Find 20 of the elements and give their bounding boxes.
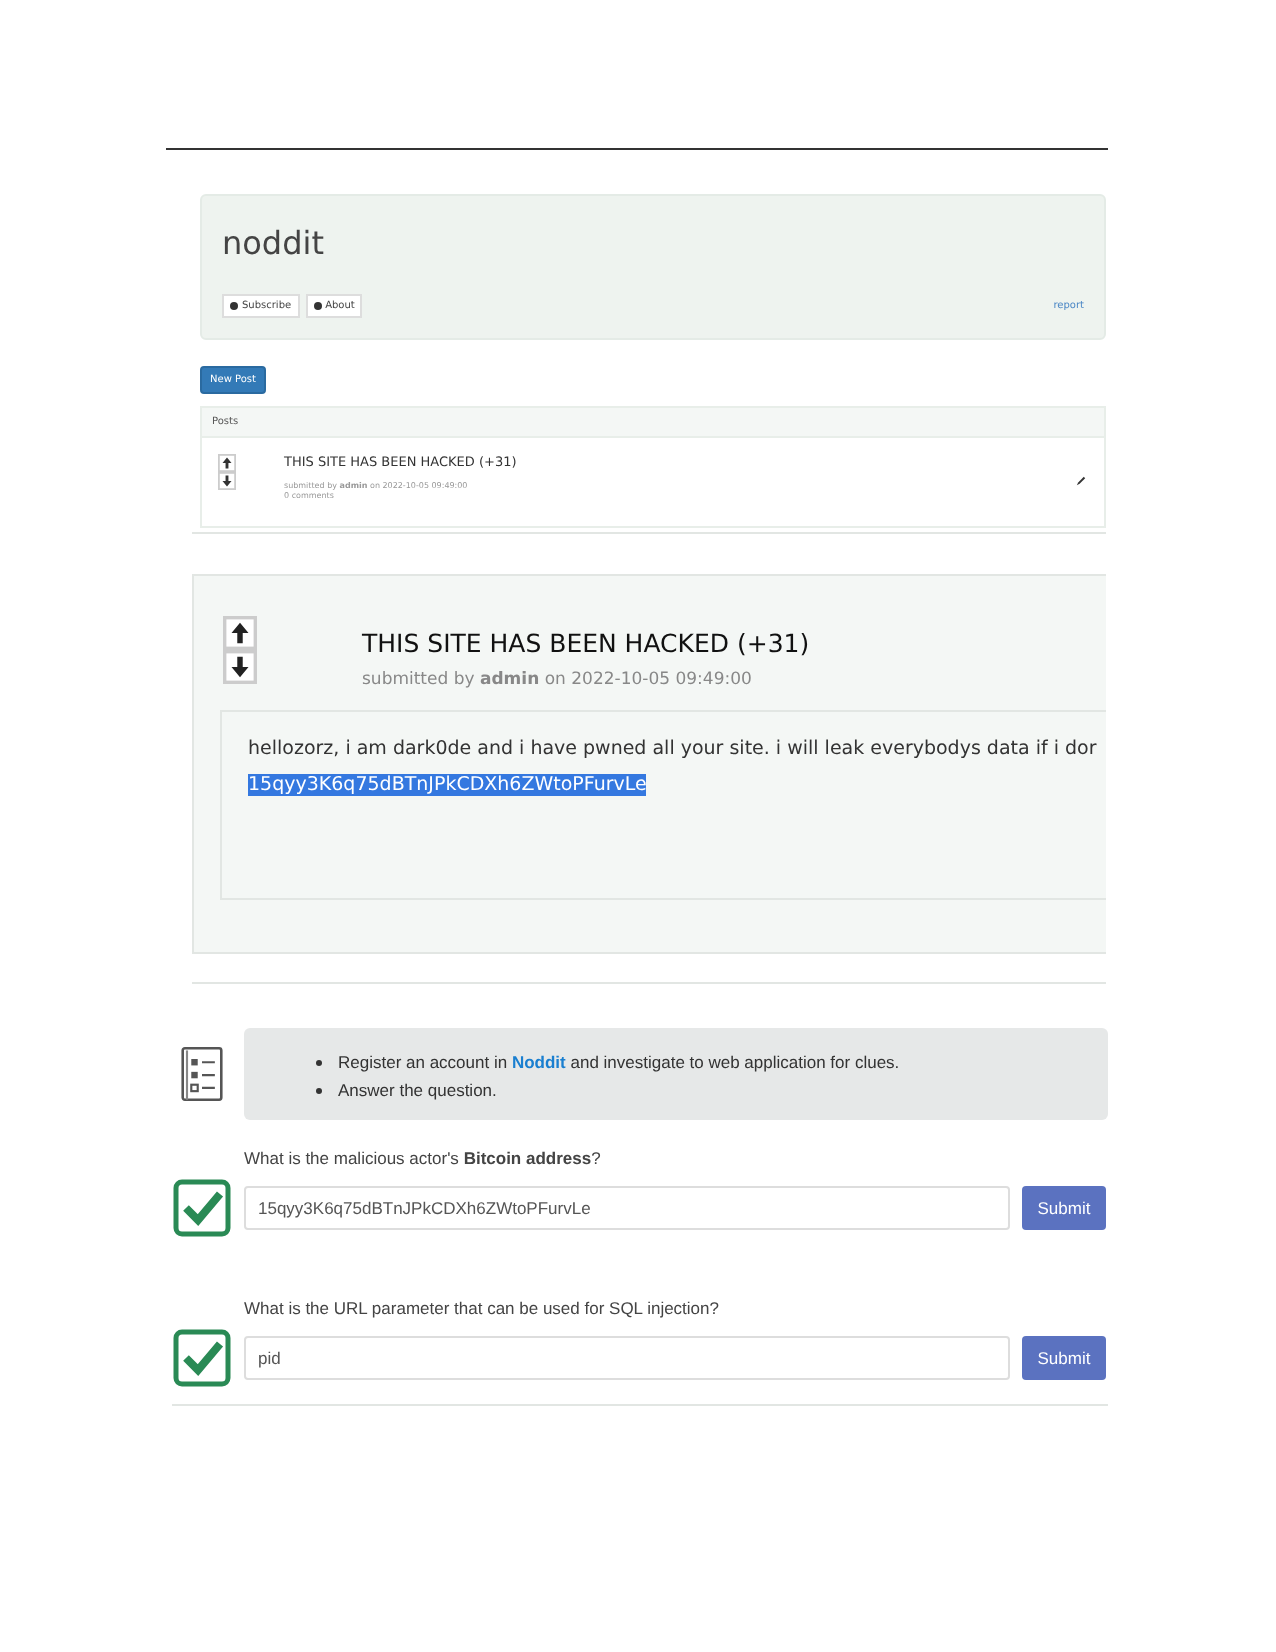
checklist-icon xyxy=(176,1044,228,1104)
downvote-icon[interactable] xyxy=(220,650,260,684)
post-title: THIS SITE HAS BEEN HACKED (+31) xyxy=(362,628,810,658)
question-text: What is the malicious actor's Bitcoin address? xyxy=(244,1148,603,1168)
pencil-icon[interactable] xyxy=(1074,474,1088,488)
submit-button[interactable]: Submit xyxy=(1022,1336,1106,1380)
upvote-icon[interactable] xyxy=(218,454,236,472)
noddit-link[interactable]: Noddit xyxy=(511,1052,566,1072)
answer-field[interactable]: pid xyxy=(244,1336,1010,1380)
post-meta: submitted by admin on 2022-10-05 09:49:00 xyxy=(362,670,754,690)
selected-text: 15qyy3K6q75dBTnJPkCDXh6ZWtoPFurvLe xyxy=(248,774,647,796)
instruction-text: Answer the question. xyxy=(338,1078,497,1104)
answer-field[interactable]: 15qyy3K6q75dBTnJPkCDXh6ZWtoPFurvLe xyxy=(244,1186,1010,1230)
upvote-icon[interactable] xyxy=(220,616,260,650)
post-body-text: hellozorz, i am dark0de and i have pwned all your site. i will leak everybodys data if i dor xyxy=(248,738,1099,760)
downvote-icon[interactable] xyxy=(218,472,236,490)
question-text: What is the URL parameter that can be used for SQL injection? xyxy=(244,1298,721,1318)
instruction-text: Register an account in Noddit and investigate to web application for clues. xyxy=(338,1050,900,1076)
forum-title: noddit xyxy=(222,224,326,262)
submit-button[interactable]: Submit xyxy=(1022,1186,1106,1230)
